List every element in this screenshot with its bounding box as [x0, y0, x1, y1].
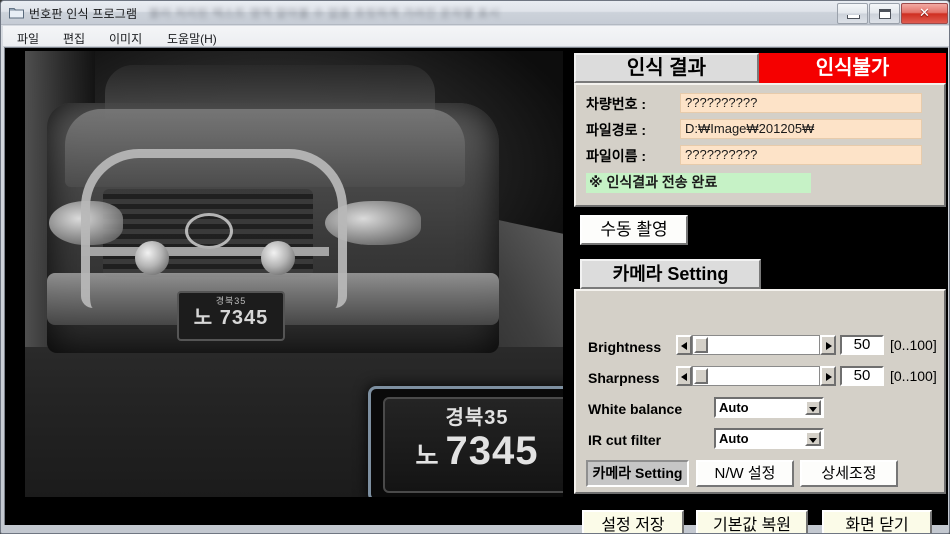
title-bar: 번호판 인식 프로그램 블러 처리된 텍스트 영역 알아볼 수 없음 흐릿하게 …: [1, 1, 949, 25]
sharpness-slider[interactable]: [676, 366, 836, 386]
maximize-icon: [879, 9, 891, 19]
window-controls: ✕: [837, 3, 948, 24]
close-icon: ✕: [919, 5, 930, 20]
sharpness-label: Sharpness: [588, 370, 660, 386]
application-window: 번호판 인식 프로그램 블러 처리된 텍스트 영역 알아볼 수 없음 흐릿하게 …: [0, 0, 950, 534]
sharpness-range: [0..100]: [890, 368, 937, 384]
vehicle-number-value: ??????????: [680, 93, 922, 113]
folder-icon: [9, 8, 24, 19]
menu-item-edit[interactable]: 편집: [59, 29, 89, 48]
file-name-value: ??????????: [680, 145, 922, 165]
vehicle-license-plate: 경북35 노 7345: [177, 291, 285, 341]
white-balance-label: White balance: [588, 401, 683, 417]
brightness-slider-thumb[interactable]: [694, 337, 708, 353]
chevron-down-icon[interactable]: [805, 400, 821, 415]
menu-item-image[interactable]: 이미지: [105, 29, 146, 48]
field-row-file-name: 파일이름 : ??????????: [586, 145, 936, 167]
right-control-column: 인식 결과 인식불가 차량번호 : ?????????? 파일경로 : D:₩I…: [574, 47, 946, 533]
field-row-file-path: 파일경로 : D:₩Image₩201205₩: [586, 119, 936, 141]
minimize-icon: [847, 15, 860, 19]
brightness-slider[interactable]: [676, 335, 836, 355]
menu-bar: 파일 편집 이미지 도움말(H): [3, 26, 949, 47]
minimize-button[interactable]: [837, 3, 868, 24]
vehicle-plate-number: 노 7345: [193, 307, 269, 329]
close-button[interactable]: ✕: [901, 3, 948, 24]
file-name-label: 파일이름 :: [586, 148, 647, 164]
camera-setting-panel: Brightness 50 [0..100] Sharpness 50 [0..…: [574, 289, 946, 494]
menu-item-file[interactable]: 파일: [13, 29, 43, 48]
brightness-slider-left-arrow[interactable]: [676, 335, 692, 355]
transmission-status-text: ※ 인식결과 전송 완료: [586, 173, 811, 193]
field-row-vehicle-number: 차량번호 : ??????????: [586, 93, 936, 115]
tab-detail-adjust[interactable]: 상세조정: [800, 460, 898, 487]
plate-inset-digits: 7345: [445, 429, 539, 473]
sharpness-value[interactable]: 50: [840, 366, 884, 386]
ir-cut-filter-value: Auto: [719, 431, 749, 446]
vehicle-plate-region: 경북35: [215, 296, 247, 306]
brightness-slider-track[interactable]: [692, 335, 820, 355]
recognition-status-badge: 인식불가: [759, 53, 946, 83]
recognition-result-panel: 차량번호 : ?????????? 파일경로 : D:₩Image₩201205…: [574, 83, 946, 207]
close-screen-button[interactable]: 화면 닫기: [822, 510, 932, 533]
plate-inset-region: 경북35: [445, 407, 509, 429]
maximize-button[interactable]: [869, 3, 900, 24]
sharpness-slider-thumb[interactable]: [694, 368, 708, 384]
white-balance-select[interactable]: Auto: [714, 397, 824, 418]
recognition-result-header: 인식 결과: [574, 53, 759, 83]
menu-item-help[interactable]: 도움말(H): [163, 29, 221, 48]
restore-defaults-button[interactable]: 기본값 복원: [696, 510, 808, 533]
plate-inset-hangul: 노: [415, 442, 440, 470]
window-title-redacted-text: 블러 처리된 텍스트 영역 알아볼 수 없음 흐릿하게 가려진 문자열 표시: [149, 8, 500, 20]
chevron-down-icon[interactable]: [805, 431, 821, 446]
ir-cut-filter-label: IR cut filter: [588, 432, 662, 448]
video-preview-panel[interactable]: 경북35 노 7345 경북35 노 7345: [25, 51, 563, 497]
sharpness-slider-track[interactable]: [692, 366, 820, 386]
brightness-slider-right-arrow[interactable]: [820, 335, 836, 355]
ir-cut-filter-select[interactable]: Auto: [714, 428, 824, 449]
tab-camera-setting[interactable]: 카메라 Setting: [586, 460, 689, 487]
client-area: 경북35 노 7345 경북35 노 7345 인식 결과 인식불가 차량번호 …: [4, 47, 948, 533]
camera-setting-header: 카메라 Setting: [580, 259, 761, 289]
brightness-range: [0..100]: [890, 337, 937, 353]
manual-capture-button[interactable]: 수동 촬영: [580, 215, 688, 245]
file-path-value: D:₩Image₩201205₩: [680, 119, 922, 139]
brightness-value[interactable]: 50: [840, 335, 884, 355]
vehicle-number-label: 차량번호 :: [586, 96, 647, 112]
tab-network-setting[interactable]: N/W 설정: [696, 460, 794, 487]
save-settings-button[interactable]: 설정 저장: [582, 510, 684, 533]
file-path-label: 파일경로 :: [586, 122, 647, 138]
sharpness-slider-right-arrow[interactable]: [820, 366, 836, 386]
license-plate-zoom-inset: 경북35 노 7345: [368, 386, 563, 497]
white-balance-value: Auto: [719, 400, 749, 415]
sharpness-slider-left-arrow[interactable]: [676, 366, 692, 386]
window-title: 번호판 인식 프로그램: [29, 7, 138, 21]
brightness-label: Brightness: [588, 339, 662, 355]
